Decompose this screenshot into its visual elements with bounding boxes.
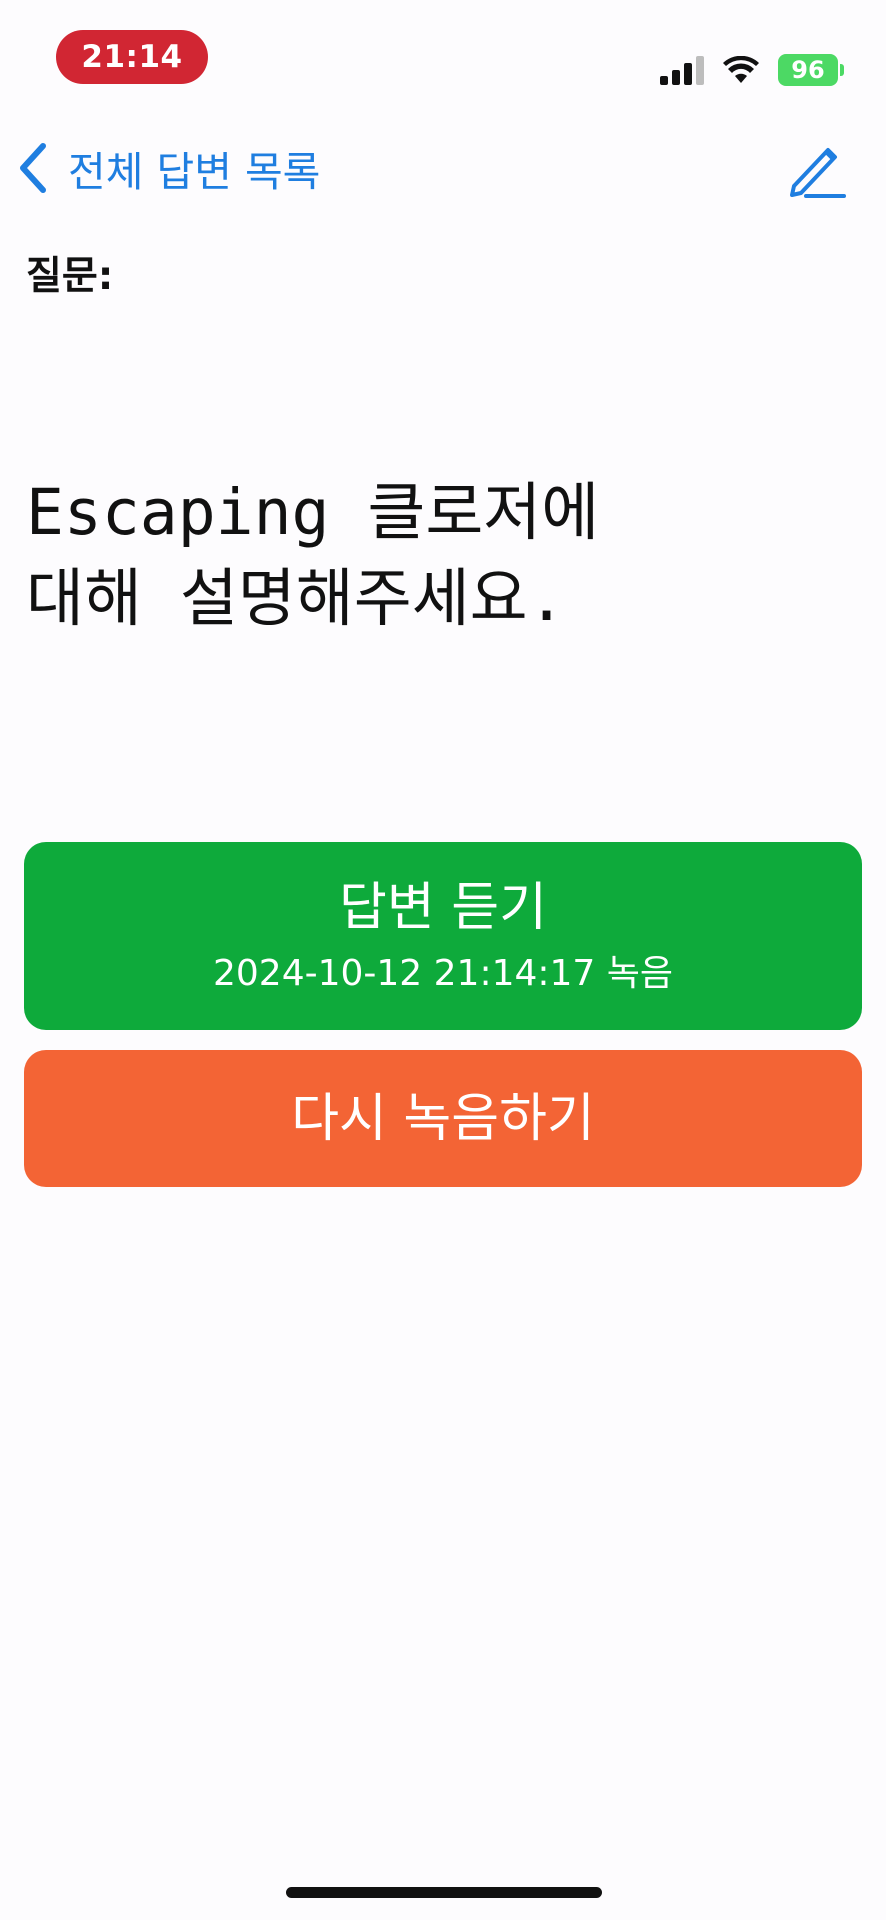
wifi-icon	[723, 56, 759, 83]
status-time-label: 21:14	[81, 39, 183, 75]
status-icons: 96	[660, 52, 844, 88]
battery-cap	[840, 64, 844, 76]
question-label: 질문:	[26, 254, 114, 299]
home-indicator[interactable]	[286, 1887, 602, 1898]
status-time: 21:14	[56, 30, 208, 84]
question-text: Escaping 클로저에 대해 설명해주세요.	[26, 476, 600, 635]
pencil-icon	[790, 148, 846, 198]
listen-answer-title: 답변 듣기	[339, 878, 547, 938]
recording-timestamp: 2024-10-12 21:14:17 녹음	[212, 953, 674, 994]
back-button-label: 전체 답변 목록	[68, 148, 321, 196]
battery-indicator: 96	[778, 54, 844, 86]
back-button[interactable]: 전체 답변 목록	[18, 138, 320, 198]
listen-answer-button[interactable]: 답변 듣기 2024-10-12 21:14:17 녹음	[24, 842, 862, 1030]
chevron-left-icon	[20, 143, 46, 193]
battery-percent: 96	[791, 56, 825, 84]
rerecord-title: 다시 녹음하기	[291, 1088, 595, 1149]
battery-level: 96	[778, 54, 838, 86]
cellular-signal-icon	[660, 56, 704, 85]
rerecord-button[interactable]: 다시 녹음하기	[24, 1050, 862, 1187]
edit-button[interactable]	[786, 140, 846, 200]
screen: 21:14 96 전체 답변 목록 질문: Escaping 클로저에 대해 설…	[0, 0, 886, 1920]
